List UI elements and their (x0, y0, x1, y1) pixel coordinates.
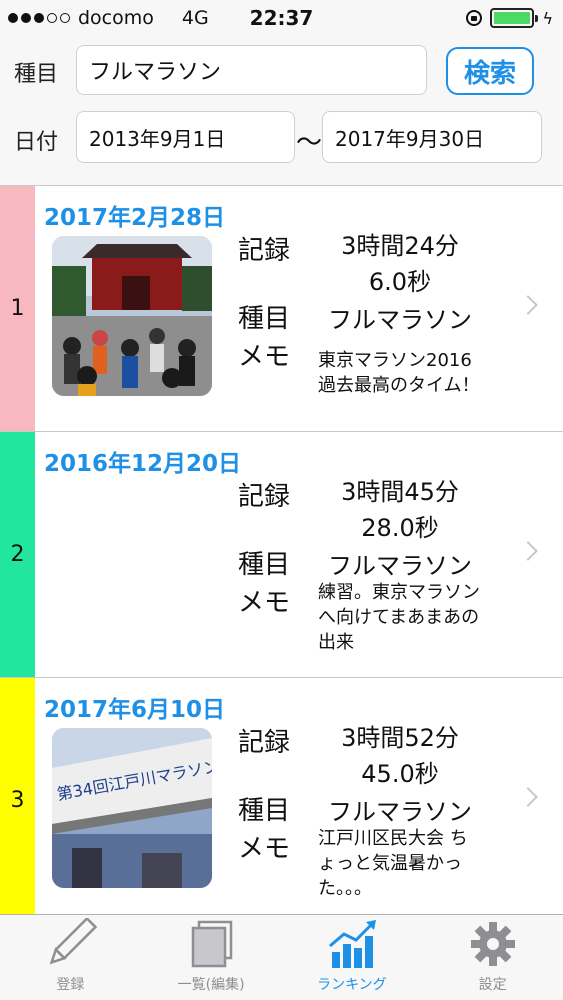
ranking-list: 1 2017年2月28日 記録 3時間24分 6.0秒 種目 フルマラソン メモ… (0, 186, 563, 914)
memo-text: 練習。東京マラソン へ向けてまあまあの 出来 (318, 582, 480, 653)
record-time: 3時間24分 6.0秒 (300, 228, 500, 300)
memo-label: メモ (238, 588, 291, 618)
tab-list-edit[interactable]: 一覧(編集) (141, 915, 282, 1000)
memo-text: 東京マラソン2016 過去最高のタイム！ (318, 350, 480, 396)
rank-number: 1 (0, 186, 35, 431)
record-time-seconds: 45.0秒 (361, 760, 439, 788)
event-value: フルマラソン (328, 798, 472, 826)
status-bar: docomo 4G 22:37 ϟ (0, 0, 563, 36)
search-panel: 種目 フルマラソン 検索 日付 2013年9月1日 〜 2017年9月30日 (0, 36, 563, 186)
carrier-name: docomo (78, 7, 154, 29)
date-range-separator: 〜 (296, 128, 323, 158)
record-time-main: 3時間45分 (341, 478, 459, 506)
chevron-right-icon (518, 295, 538, 315)
race-photo: 第34回江戸川マラソン大会 (52, 728, 212, 888)
memo-label: メモ (238, 834, 291, 864)
record-label: 記録 (238, 482, 291, 512)
tab-label: ランキング (317, 977, 387, 993)
rank-number: 3 (0, 678, 35, 914)
tab-label: 設定 (478, 977, 507, 993)
record-time-seconds: 28.0秒 (361, 514, 439, 542)
record-label: 記録 (238, 236, 291, 266)
memo-text: 江戸川区民大会 ち ょっと気温暑かっ た。。。 (318, 828, 468, 899)
record-time-seconds: 6.0秒 (368, 268, 432, 296)
event-label: 種目 (238, 796, 291, 826)
event-input[interactable]: フルマラソン (76, 45, 427, 95)
tab-ranking[interactable]: ランキング (282, 915, 423, 1000)
ranking-row[interactable]: 3 2017年6月10日 第34回江戸川マラソン大会 記録 3時間52分 45.… (0, 678, 563, 914)
record-label: 記録 (238, 728, 291, 758)
race-photo (52, 236, 212, 396)
event-label: 種目 (238, 304, 291, 334)
record-time: 3時間52分 45.0秒 (300, 720, 500, 792)
date-from-input[interactable]: 2013年9月1日 (76, 111, 295, 163)
signal-strength-icon (8, 13, 70, 23)
tab-register[interactable]: 登録 (0, 915, 141, 1000)
record-time-main: 3時間24分 (341, 232, 459, 260)
search-button[interactable]: 検索 (446, 47, 534, 95)
charging-icon: ϟ (542, 8, 553, 28)
event-value: フルマラソン (328, 306, 472, 334)
ranking-row[interactable]: 2 2016年12月20日 記録 3時間45分 28.0秒 種目 フルマラソン … (0, 432, 563, 678)
chevron-right-icon (518, 787, 538, 807)
battery-icon (490, 8, 539, 28)
chart-icon (328, 920, 376, 968)
record-time: 3時間45分 28.0秒 (300, 474, 500, 546)
date-to-input[interactable]: 2017年9月30日 (322, 111, 542, 163)
tab-bar: 登録 一覧(編集) ランキング 設定 (0, 914, 563, 1000)
gear-icon (470, 922, 515, 966)
date-label: 日付 (14, 130, 59, 155)
event-label: 種目 (238, 550, 291, 580)
network-type: 4G (181, 7, 209, 29)
chevron-right-icon (518, 541, 538, 561)
tab-settings[interactable]: 設定 (422, 915, 563, 1000)
ranking-row[interactable]: 1 2017年2月28日 記録 3時間24分 6.0秒 種目 フルマラソン メモ… (0, 186, 563, 432)
photo-stack-icon (191, 920, 233, 968)
record-date: 2017年2月28日 (44, 205, 226, 231)
rotation-lock-icon (466, 10, 483, 26)
event-value: フルマラソン (328, 552, 472, 580)
event-label: 種目 (14, 62, 59, 87)
rank-number: 2 (0, 432, 35, 677)
pencil-icon (50, 918, 98, 965)
tab-label: 一覧(編集) (177, 977, 245, 993)
memo-label: メモ (238, 342, 291, 372)
record-time-main: 3時間52分 (341, 724, 459, 752)
record-date: 2016年12月20日 (44, 451, 242, 477)
record-date: 2017年6月10日 (44, 697, 226, 723)
tab-label: 登録 (56, 977, 85, 993)
